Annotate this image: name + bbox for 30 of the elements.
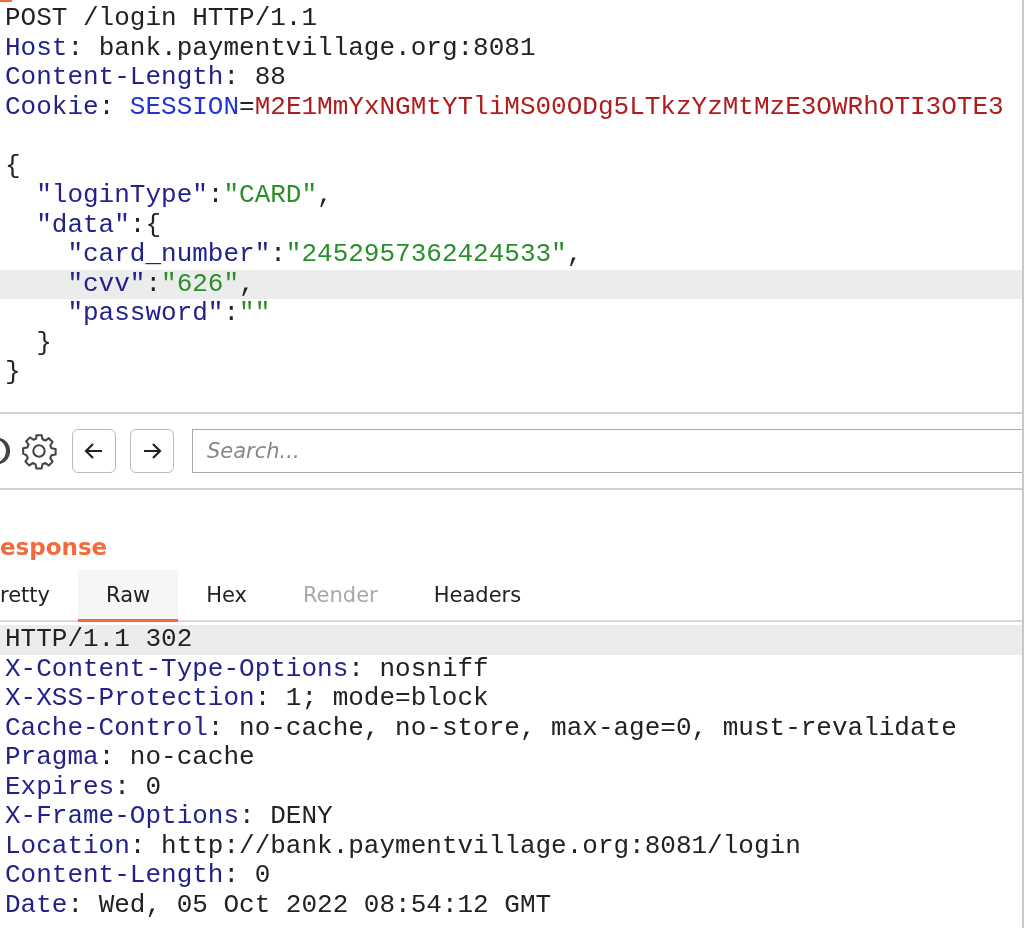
circle-icon[interactable] xyxy=(0,436,10,466)
code-line: Expires: 0 xyxy=(4,772,163,802)
code-line: Pragma: no-cache xyxy=(4,743,256,773)
code-line: "loginType":"CARD", xyxy=(35,181,334,211)
code-line: X-Content-Type-Options: nosniff xyxy=(4,654,490,684)
code-line: Location: http://bank.paymentvillage.org:8081/login xyxy=(4,831,802,861)
forward-button[interactable] xyxy=(130,429,174,473)
code-line: X-Frame-Options: DENY xyxy=(4,802,334,832)
code-line: Cache-Control: no-cache, no-store, max-age=0, must-revalidate xyxy=(4,713,958,743)
code-line: } xyxy=(4,358,22,388)
code-line: "card_number":"2452957362424533", xyxy=(66,240,584,270)
settings-icon[interactable] xyxy=(20,432,58,470)
panel-title: esponse xyxy=(0,533,109,562)
code-line: Content-Length: 88 xyxy=(4,63,287,93)
code-line: POST /login HTTP/1.1 xyxy=(4,4,319,34)
code-line: X-XSS-Protection: 1; mode=block xyxy=(4,684,490,714)
code-line: "data":{ xyxy=(35,210,163,240)
code-line: Date: Wed, 05 Oct 2022 08:54:12 GMT xyxy=(4,890,553,920)
code-line: "password":"" xyxy=(66,299,272,329)
back-button[interactable] xyxy=(72,429,116,473)
code-line: Cookie: SESSION=M2E1MmYxNGMtYTliMS00ODg5LTkzYzMtMzE3OWRhOTI3OTE3 xyxy=(4,92,1005,122)
code-line: Content-Length: 0 xyxy=(4,861,272,891)
tab[interactable]: retty xyxy=(0,570,78,622)
tab[interactable]: Hex xyxy=(178,570,275,622)
tab[interactable]: Raw xyxy=(78,570,179,622)
code-line: Host: bank.paymentvillage.org:8081 xyxy=(4,33,537,63)
tab[interactable]: Headers xyxy=(405,570,550,622)
search-field[interactable]: Search... xyxy=(192,429,1022,473)
code-line: { xyxy=(4,151,22,181)
code-line: } xyxy=(35,328,53,358)
